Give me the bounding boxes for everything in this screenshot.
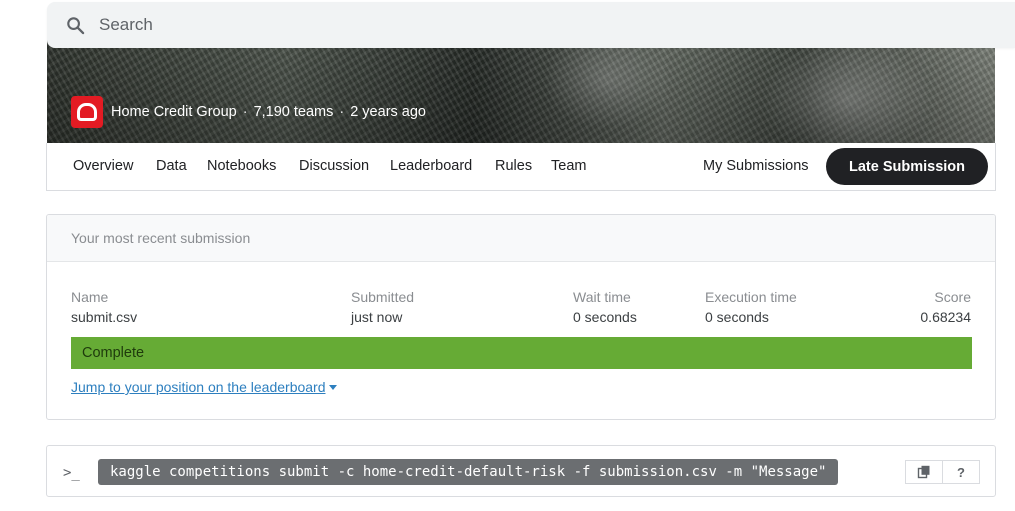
host-name[interactable]: Home Credit Group <box>111 104 237 120</box>
score-value: 0.68234 <box>920 309 971 325</box>
recent-submission-card: Your most recent submission Name submit.… <box>46 214 996 420</box>
teams-count: 7,190 teams <box>253 104 334 120</box>
name-label: Name <box>71 289 109 305</box>
submitted-value: just now <box>351 309 403 325</box>
submitted-column: Submitted just now <box>351 289 414 325</box>
terminal-icon: >_ <box>63 465 80 481</box>
banner-meta: Home Credit Group · 7,190 teams · 2 year… <box>71 96 426 128</box>
tab-data[interactable]: Data <box>156 158 187 174</box>
meta-separator: · <box>339 104 345 120</box>
copy-button[interactable] <box>905 460 943 484</box>
api-command-bar: >_ kaggle competitions submit -c home-cr… <box>46 445 996 497</box>
status-text: Complete <box>82 345 145 361</box>
score-column: Score 0.68234 <box>920 289 971 325</box>
tab-notebooks[interactable]: Notebooks <box>207 158 276 174</box>
score-label: Score <box>934 289 971 305</box>
competition-banner: Home Credit Group · 7,190 teams · 2 year… <box>47 40 995 144</box>
submitted-label: Submitted <box>351 289 415 305</box>
competition-age: 2 years ago <box>350 104 426 120</box>
meta-separator: · <box>242 104 248 120</box>
copy-icon <box>917 465 930 479</box>
execution-time-column: Execution time 0 seconds <box>705 289 797 325</box>
search-input[interactable] <box>99 12 979 38</box>
tab-my-submissions[interactable]: My Submissions <box>703 158 809 174</box>
wait-time-value: 0 seconds <box>573 309 637 325</box>
wait-time-label: Wait time <box>573 289 631 305</box>
jump-link-label[interactable]: Jump to your position on the leaderboard <box>71 379 326 395</box>
late-submission-button[interactable]: Late Submission <box>826 148 988 185</box>
search-bar[interactable] <box>47 2 1015 48</box>
search-icon <box>67 17 85 35</box>
home-credit-logo-icon[interactable] <box>71 96 103 128</box>
tab-overview[interactable]: Overview <box>73 158 133 174</box>
tab-team[interactable]: Team <box>551 158 586 174</box>
card-header: Your most recent submission <box>47 215 995 262</box>
status-complete-bar: Complete <box>71 337 972 369</box>
card-title: Your most recent submission <box>71 230 251 246</box>
jump-to-leaderboard-link[interactable]: Jump to your position on the leaderboard <box>71 379 337 395</box>
name-column: Name submit.csv <box>71 289 137 325</box>
help-button[interactable]: ? <box>942 460 980 484</box>
tab-leaderboard[interactable]: Leaderboard <box>390 158 472 174</box>
execution-time-label: Execution time <box>705 289 797 305</box>
tab-rules[interactable]: Rules <box>495 158 532 174</box>
execution-time-value: 0 seconds <box>705 309 769 325</box>
submission-filename: submit.csv <box>71 309 138 325</box>
tab-discussion[interactable]: Discussion <box>299 158 369 174</box>
caret-down-icon[interactable] <box>328 385 337 390</box>
competition-tabs: Overview Data Notebooks Discussion Leade… <box>46 143 996 191</box>
wait-time-column: Wait time 0 seconds <box>573 289 637 325</box>
api-command-text[interactable]: kaggle competitions submit -c home-credi… <box>98 459 839 485</box>
